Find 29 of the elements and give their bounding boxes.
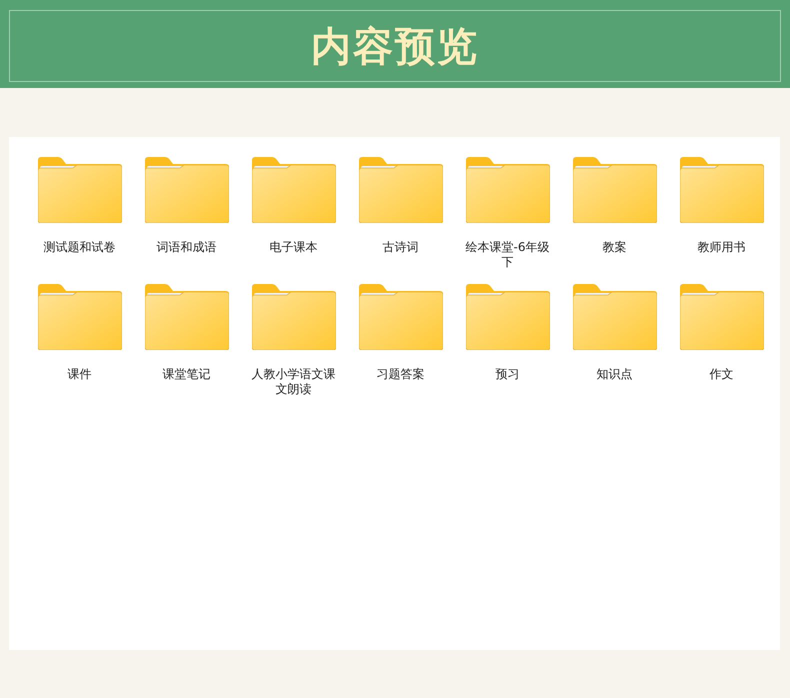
folder-label[interactable]: 绘本课堂-6年级下 [462,240,552,270]
folder-icon[interactable] [680,284,764,350]
folder-label[interactable]: 教师用书 [676,240,766,270]
folder-label[interactable]: 词语和成语 [142,240,232,270]
folder-icon[interactable] [38,284,122,350]
folder-label[interactable]: 课堂笔记 [142,367,232,397]
folder-icon[interactable] [572,157,656,223]
folder-icon[interactable] [572,284,656,350]
folder-icon[interactable] [144,284,228,350]
folder-label[interactable]: 测试题和试卷 [34,240,124,270]
folder-label[interactable]: 人教小学语文课文朗读 [248,367,338,397]
folder-label[interactable]: 预习 [462,367,552,397]
folder-icon[interactable] [38,157,122,223]
folder-icon[interactable] [680,157,764,223]
folder-icon[interactable] [358,157,442,223]
folder-label[interactable]: 习题答案 [356,367,446,397]
folder-icon[interactable] [466,284,550,350]
folder-icon[interactable] [466,157,550,223]
folder-icon[interactable] [144,157,228,223]
folder-label[interactable]: 古诗词 [356,240,446,270]
folder-icon[interactable] [252,284,336,350]
folder-label[interactable]: 课件 [34,367,124,397]
folder-label[interactable]: 知识点 [570,367,660,397]
folder-label[interactable]: 电子课本 [248,240,338,270]
folder-icon[interactable] [358,284,442,350]
page-title: 内容预览 [311,22,479,72]
folder-icon[interactable] [252,157,336,223]
folder-label[interactable]: 作文 [676,367,766,397]
folder-label[interactable]: 教案 [570,240,660,270]
